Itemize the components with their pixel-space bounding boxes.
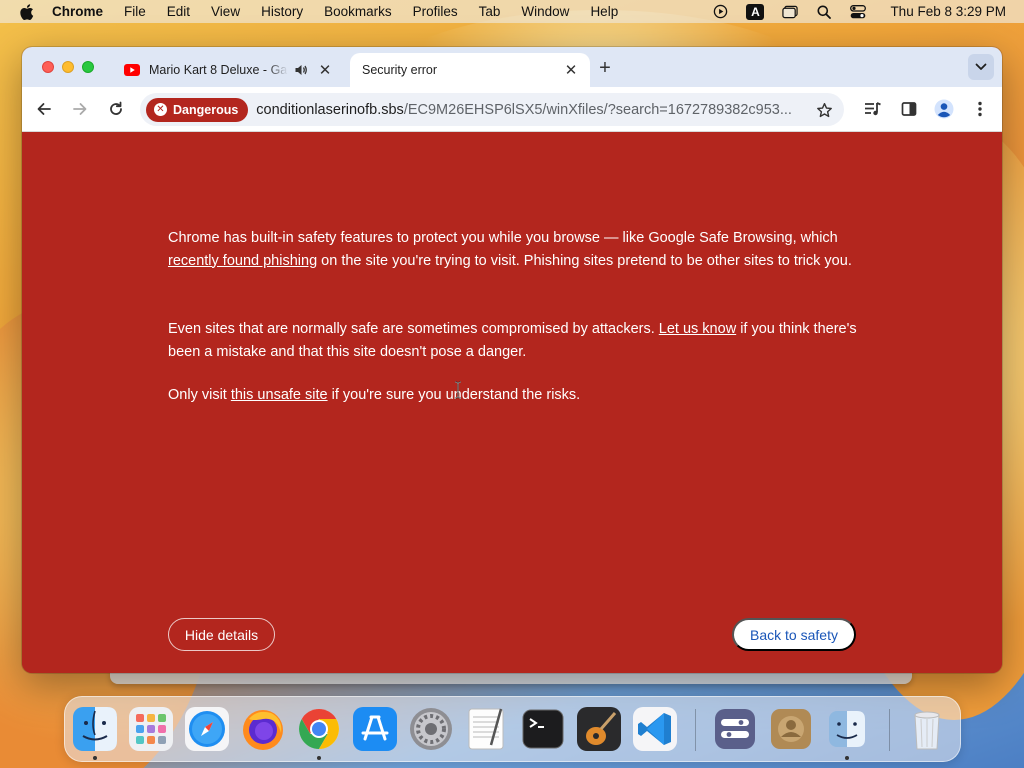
visit-unsafe-text: Only visit this unsafe site if you're su… (168, 384, 858, 407)
menu-file[interactable]: File (124, 4, 146, 19)
let-us-know-link[interactable]: Let us know (659, 321, 736, 337)
dock-finder-icon[interactable] (71, 705, 119, 753)
close-tab-icon[interactable]: ✕ (318, 62, 332, 79)
running-indicator (845, 756, 849, 760)
dock-contacts-icon[interactable] (767, 705, 815, 753)
visit-unsafe-site-link[interactable]: this unsafe site (231, 387, 328, 403)
dock-separator (695, 709, 696, 751)
danger-x-icon: ✕ (154, 103, 167, 116)
dock-finder-window-icon[interactable] (823, 705, 871, 753)
reload-button[interactable] (105, 98, 127, 120)
phishing-explanation: Chrome has built-in safety features to p… (168, 227, 858, 272)
menu-window[interactable]: Window (521, 4, 569, 19)
dock-garageband-icon[interactable] (575, 705, 623, 753)
text-cursor-icon (454, 381, 462, 399)
dock-system-settings-icon[interactable] (407, 705, 455, 753)
close-tab-icon[interactable]: ✕ (564, 62, 578, 79)
recently-found-phishing-link[interactable]: recently found phishing (168, 253, 317, 269)
danger-label: Dangerous (173, 102, 239, 117)
control-center-icon[interactable] (850, 4, 867, 20)
profile-avatar-icon[interactable] (933, 98, 955, 120)
forward-button[interactable] (69, 98, 91, 120)
dock-separator (889, 709, 890, 751)
side-panel-icon[interactable] (898, 98, 920, 120)
text: Chrome has built-in safety features to p… (168, 230, 838, 246)
dock-trash-icon[interactable] (903, 705, 951, 753)
text: Only visit (168, 387, 231, 403)
text: Even sites that are normally safe are so… (168, 321, 659, 337)
spotlight-search-icon[interactable] (816, 4, 832, 20)
menu-profiles[interactable]: Profiles (413, 4, 458, 19)
maximize-window-button[interactable] (82, 61, 94, 73)
text: on the site you're trying to visit. Phis… (317, 252, 852, 269)
tab-search-button[interactable] (968, 54, 994, 80)
window-controls (42, 61, 94, 73)
back-button[interactable] (33, 98, 55, 120)
menu-help[interactable]: Help (590, 4, 618, 19)
dock-vscode-icon[interactable] (631, 705, 679, 753)
bookmark-star-icon[interactable] (814, 100, 834, 120)
dock-terminal-icon[interactable] (519, 705, 567, 753)
back-to-safety-button[interactable]: Back to safety (732, 618, 856, 651)
screen-recording-icon[interactable] (712, 4, 728, 20)
menu-view[interactable]: View (211, 4, 240, 19)
apple-menu-icon[interactable] (20, 3, 36, 20)
menu-bookmarks[interactable]: Bookmarks (324, 4, 392, 19)
menu-clock[interactable]: Thu Feb 8 3:29 PM (890, 4, 1006, 19)
dock-app-store-icon[interactable] (351, 705, 399, 753)
url-text[interactable]: conditionlaserinofb.sbs/EC9M26EHSP6lSX5/… (256, 102, 816, 118)
dock-textedit-icon[interactable] (463, 705, 511, 753)
chrome-window: Mario Kart 8 Deluxe - Gam ✕ Security err… (22, 47, 1002, 673)
hide-details-button[interactable]: Hide details (168, 618, 275, 651)
tab-title: Mario Kart 8 Deluxe - Gam (149, 63, 288, 77)
chrome-menu-icon[interactable] (969, 98, 991, 120)
menu-bar: Chrome File Edit View History Bookmarks … (0, 0, 1024, 23)
dock-firefox-icon[interactable] (239, 705, 287, 753)
input-source-icon[interactable]: A (746, 3, 765, 20)
dock-launchpad-icon[interactable] (127, 705, 175, 753)
dock-chrome-icon[interactable] (295, 705, 343, 753)
dock-safari-icon[interactable] (183, 705, 231, 753)
url-path: /EC9M26EHSP6lSX5/winXfiles/?search=16727… (403, 101, 792, 118)
close-window-button[interactable] (42, 61, 54, 73)
youtube-icon (124, 64, 140, 76)
tab-security-error[interactable]: Security error ✕ (350, 53, 590, 87)
dangerous-site-chip[interactable]: ✕ Dangerous (146, 97, 249, 122)
new-tab-button[interactable]: + (594, 57, 616, 79)
dock (64, 696, 961, 762)
speaker-icon[interactable] (294, 63, 308, 77)
browser-toolbar: ✕ Dangerous conditionlaserinofb.sbs/EC9M… (22, 87, 1002, 132)
minimize-window-button[interactable] (62, 61, 74, 73)
tab-title: Security error (362, 63, 438, 77)
menu-history[interactable]: History (261, 4, 303, 19)
compromised-sites-text: Even sites that are normally safe are so… (168, 318, 858, 363)
menu-tab[interactable]: Tab (479, 4, 501, 19)
menu-edit[interactable]: Edit (167, 4, 190, 19)
tab-mario-kart[interactable]: Mario Kart 8 Deluxe - Gam ✕ (112, 53, 344, 87)
menu-app-name[interactable]: Chrome (52, 4, 103, 19)
dock-control-app-icon[interactable] (711, 705, 759, 753)
stage-manager-icon[interactable] (782, 4, 799, 20)
media-controls-icon[interactable] (862, 98, 884, 120)
address-bar[interactable]: ✕ Dangerous conditionlaserinofb.sbs/EC9M… (140, 93, 844, 126)
tab-strip: Mario Kart 8 Deluxe - Gam ✕ Security err… (22, 47, 1002, 87)
running-indicator (317, 756, 321, 760)
interstitial-content: Chrome has built-in safety features to p… (22, 132, 1002, 673)
running-indicator (93, 756, 97, 760)
url-host: conditionlaserinofb.sbs (256, 101, 404, 118)
